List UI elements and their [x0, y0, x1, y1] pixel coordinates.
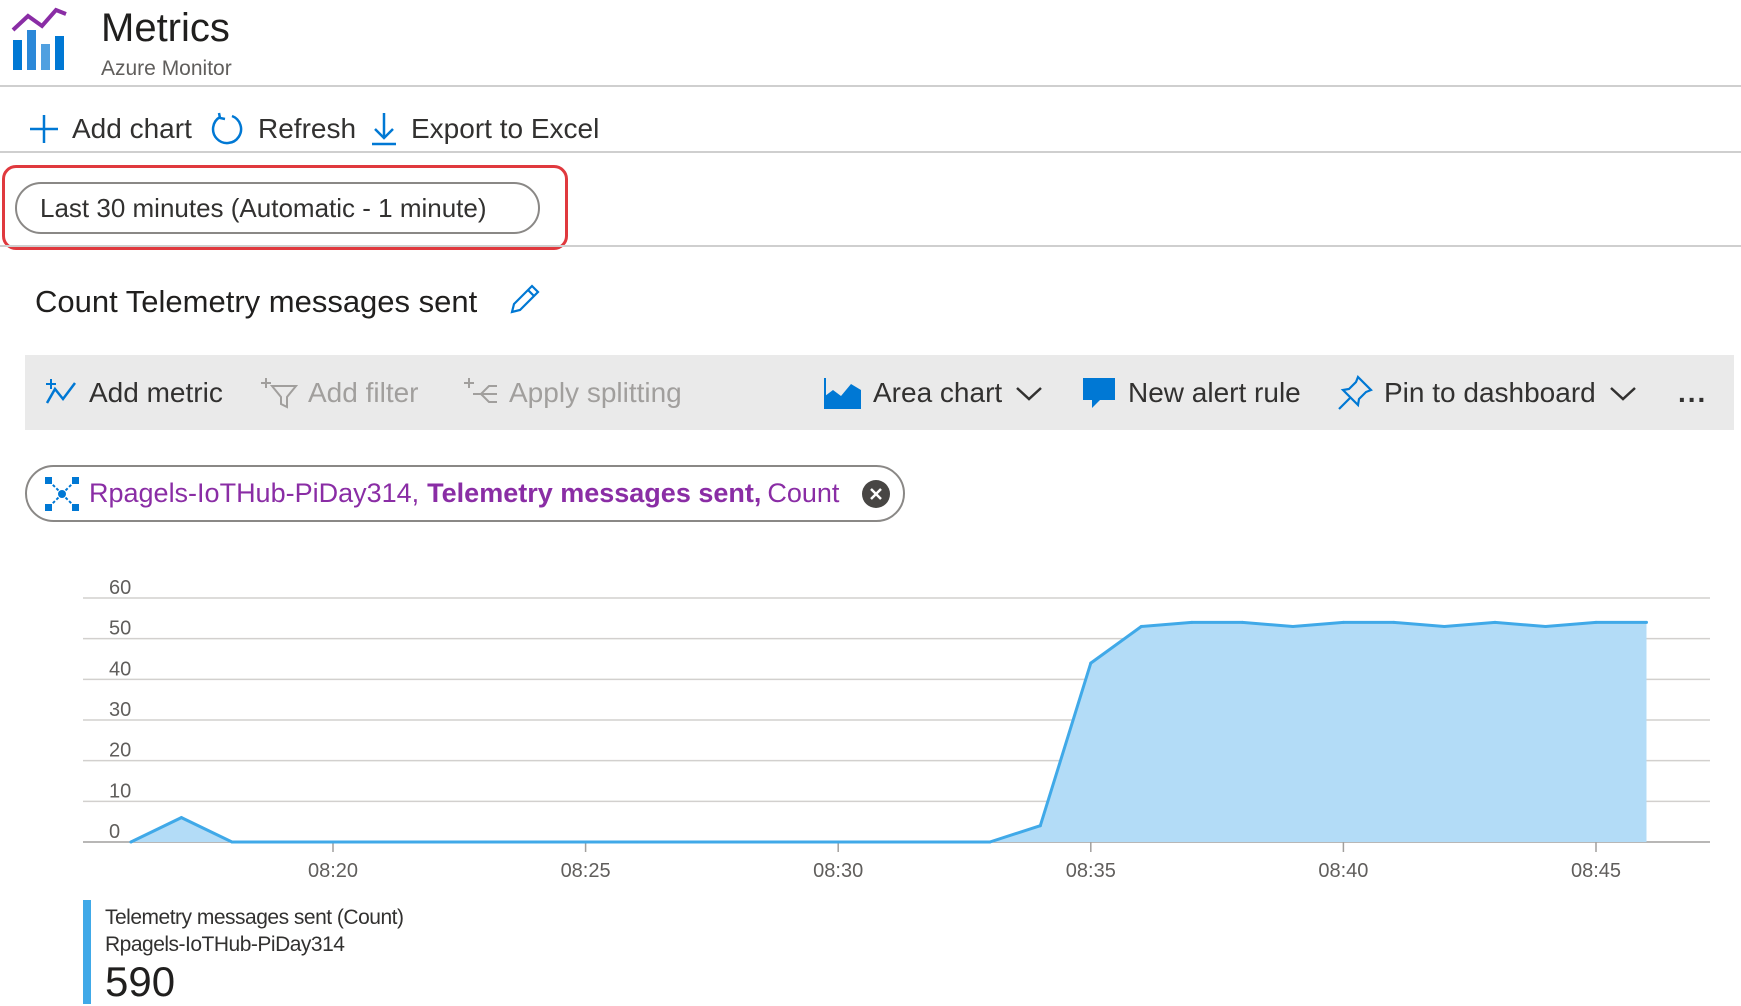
x-tick-label: 08:35 — [1066, 860, 1116, 882]
x-tick-label: 08:45 — [1571, 860, 1621, 882]
apply-splitting-label: Apply splitting — [509, 377, 682, 408]
time-range-label: Last 30 minutes (Automatic - 1 minute) — [40, 192, 487, 223]
data-point — [179, 816, 183, 820]
add-chart-label: Add chart — [72, 113, 192, 144]
data-point — [1240, 620, 1244, 624]
data-point — [129, 840, 133, 844]
legend-resource-name: Rpagels-IoTHub-PiDay314 — [105, 933, 345, 956]
chart-title-text: Count Telemetry messages sent — [35, 284, 478, 319]
y-tick-label: 0 — [109, 821, 120, 843]
page-subtitle: Azure Monitor — [101, 57, 232, 80]
chart-type-label: Area chart — [873, 377, 1003, 408]
y-tick-label: 60 — [109, 577, 131, 599]
refresh-label: Refresh — [258, 113, 357, 144]
more-options-label: ... — [1678, 377, 1708, 408]
page-title: Metrics — [101, 6, 230, 50]
edit-title-button[interactable] — [508, 282, 542, 321]
iot-hub-resource-icon — [45, 476, 79, 511]
add-metric-icon — [45, 379, 76, 404]
y-tick-label: 50 — [109, 618, 131, 640]
data-point — [786, 840, 790, 844]
data-point — [432, 840, 436, 844]
data-point — [1341, 620, 1345, 624]
metric-resource: Rpagels-IoTHub-PiDay314, — [89, 478, 420, 508]
pin-to-dashboard-label: Pin to dashboard — [1384, 377, 1596, 408]
data-point — [836, 840, 840, 844]
metric-pill[interactable]: Rpagels-IoTHub-PiDay314, Telemetry messa… — [25, 465, 905, 522]
data-point — [483, 840, 487, 844]
y-tick-label: 40 — [109, 658, 131, 680]
add-metric-button[interactable]: Add metric — [43, 375, 223, 411]
refresh-button[interactable]: Refresh — [210, 107, 356, 151]
x-tick-label: 08:20 — [308, 860, 358, 882]
legend-series-name: Telemetry messages sent (Count) — [105, 906, 404, 929]
data-point — [1089, 661, 1093, 665]
toolbar-divider — [0, 151, 1741, 153]
header-divider — [0, 85, 1741, 87]
metric-name: Telemetry messages sent, — [427, 478, 762, 508]
area-chart: 0 10 20 30 40 50 60 08:20 08:25 08:30 08:35 08:40 08… — [83, 577, 1710, 882]
data-point — [1442, 625, 1446, 628]
chevron-down-icon — [1016, 387, 1043, 401]
plus-icon — [30, 115, 58, 143]
pencil-icon — [510, 284, 540, 314]
new-alert-rule-button[interactable]: New alert rule — [1080, 375, 1301, 411]
remove-metric-icon[interactable] — [861, 479, 891, 509]
chart-type-dropdown[interactable]: Area chart — [823, 375, 1054, 411]
x-tick-label: 08:40 — [1318, 860, 1368, 882]
series-area — [130, 622, 1647, 842]
apply-splitting-button[interactable]: Apply splitting — [463, 375, 682, 411]
export-to-excel-button[interactable]: Export to Excel — [369, 107, 599, 151]
y-tick-label: 30 — [109, 699, 131, 721]
metric-aggregation: Count — [767, 478, 840, 508]
x-tick-label: 08:30 — [813, 860, 863, 882]
data-point — [382, 840, 385, 844]
time-range-divider — [0, 245, 1741, 247]
chart-title: Count Telemetry messages sent — [35, 284, 477, 320]
y-tick-label: 20 — [109, 740, 131, 762]
data-point — [988, 840, 992, 844]
data-point — [735, 840, 739, 844]
data-point — [685, 840, 689, 844]
add-metric-label: Add metric — [89, 377, 223, 408]
data-point — [281, 840, 284, 844]
chevron-down-icon — [1609, 387, 1636, 401]
data-point — [937, 840, 941, 844]
legend-total-value: 590 — [105, 958, 176, 1005]
splitting-icon — [464, 378, 497, 403]
data-point — [584, 840, 588, 844]
more-options-button[interactable]: ... — [1678, 375, 1707, 411]
download-icon — [372, 113, 396, 146]
alert-rule-icon — [1083, 378, 1115, 408]
data-point — [634, 840, 638, 844]
y-tick-label: 10 — [109, 780, 131, 802]
refresh-icon — [211, 112, 243, 145]
data-point — [887, 840, 891, 844]
data-point — [230, 840, 234, 844]
add-filter-button[interactable]: Add filter — [260, 375, 419, 411]
metrics-logo-icon — [10, 4, 74, 72]
area-chart-icon — [824, 378, 861, 409]
data-point — [533, 840, 537, 844]
data-point — [331, 840, 335, 844]
pin-to-dashboard-button[interactable]: Pin to dashboard — [1336, 375, 1648, 411]
x-tick-label: 08:25 — [561, 860, 611, 882]
data-point — [1544, 625, 1547, 628]
pin-icon — [1338, 375, 1373, 410]
filter-icon — [261, 378, 298, 409]
data-point — [1139, 625, 1143, 628]
data-point — [1645, 620, 1648, 624]
add-chart-button[interactable]: Add chart — [28, 107, 192, 151]
data-point — [1038, 824, 1042, 828]
data-point — [1392, 620, 1396, 624]
legend-color-bar — [83, 900, 91, 1004]
time-range-picker[interactable]: Last 30 minutes (Automatic - 1 minute) — [15, 182, 540, 234]
data-point — [1594, 620, 1598, 624]
data-point — [1291, 625, 1295, 628]
data-point — [1190, 620, 1194, 624]
add-filter-label: Add filter — [308, 377, 419, 408]
export-label: Export to Excel — [411, 113, 600, 144]
data-point — [1493, 620, 1497, 624]
new-alert-rule-label: New alert rule — [1128, 377, 1301, 408]
